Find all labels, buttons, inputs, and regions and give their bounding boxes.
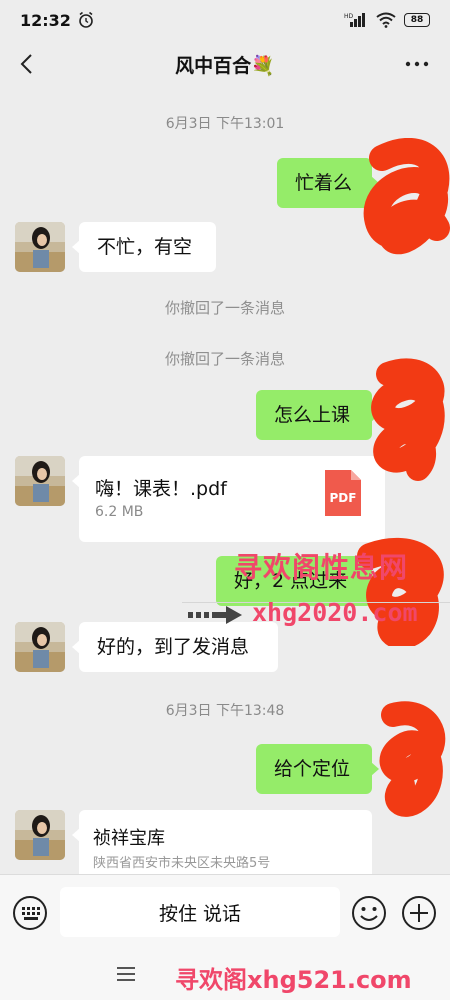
status-time: 12:32	[20, 10, 71, 30]
more-icon[interactable]	[404, 52, 430, 76]
status-icons: HD 88	[344, 12, 430, 28]
received-message-bubble[interactable]: 好的，到了发消息	[72, 622, 278, 672]
wifi-icon	[376, 12, 396, 28]
contact-avatar[interactable]	[15, 810, 65, 860]
title-bar: 风中百合💐	[0, 40, 450, 88]
recall-notice: 你撤回了一条消息	[164, 350, 285, 368]
chat-area[interactable]: 6月3日 下午13:01 忙着么 不忙，有空 你撤回了一条消息 你撤回了一条消息…	[0, 88, 450, 874]
location-title: 祯祥宝库	[93, 828, 165, 849]
recall-notice: 你撤回了一条消息	[164, 299, 285, 317]
pdf-icon: PDF	[325, 470, 361, 516]
received-message-bubble[interactable]: 不忙，有空	[72, 222, 216, 272]
input-bar: 按住 说话	[0, 874, 450, 950]
watermark-url: xhg2020.com	[252, 598, 418, 627]
file-message-card[interactable]: 嗨！课表！.pdf 6.2 MB PDF	[72, 456, 385, 542]
file-name: 嗨！课表！.pdf	[95, 478, 227, 500]
timestamp: 6月3日 下午13:01	[165, 116, 285, 132]
bottom-nav-bar: 寻欢阁xhg521.com	[0, 950, 450, 1000]
hold-to-talk-button[interactable]: 按住 说话	[60, 887, 340, 937]
contact-avatar[interactable]	[15, 622, 65, 672]
sent-message-bubble[interactable]: 给个定位	[256, 744, 379, 794]
file-size: 6.2 MB	[95, 504, 144, 520]
contact-avatar[interactable]	[15, 222, 65, 272]
menu-icon[interactable]	[117, 964, 135, 984]
location-message-card[interactable]: 祯祥宝库 陕西省西安市未央区未央路5号	[72, 810, 372, 874]
back-arrow-icon[interactable]	[16, 52, 40, 76]
chat-title: 风中百合💐	[175, 54, 275, 77]
pdf-icon-label: PDF	[330, 491, 357, 505]
emoji-icon[interactable]	[351, 895, 387, 931]
sent-message-bubble[interactable]: 忙着么	[277, 158, 379, 208]
keyboard-icon[interactable]	[12, 895, 48, 931]
signal-icon: HD	[344, 13, 365, 27]
location-address: 陕西省西安市未央区未央路5号	[93, 856, 271, 871]
status-bar: 12:32 HD 88	[0, 0, 450, 40]
plus-icon[interactable]	[401, 895, 437, 931]
arrow-icon	[188, 606, 242, 624]
contact-avatar[interactable]	[15, 456, 65, 506]
network-label: HD	[344, 13, 354, 20]
watermark-bottom: 寻欢阁xhg521.com	[175, 966, 412, 994]
watermark-title: 寻欢阁性息网	[234, 551, 409, 584]
timestamp: 6月3日 下午13:48	[165, 703, 285, 719]
alarm-icon	[79, 11, 93, 28]
battery-icon: 88	[404, 13, 430, 27]
redaction-scribble	[363, 138, 450, 255]
sent-message-bubble[interactable]: 怎么上课	[256, 390, 379, 440]
